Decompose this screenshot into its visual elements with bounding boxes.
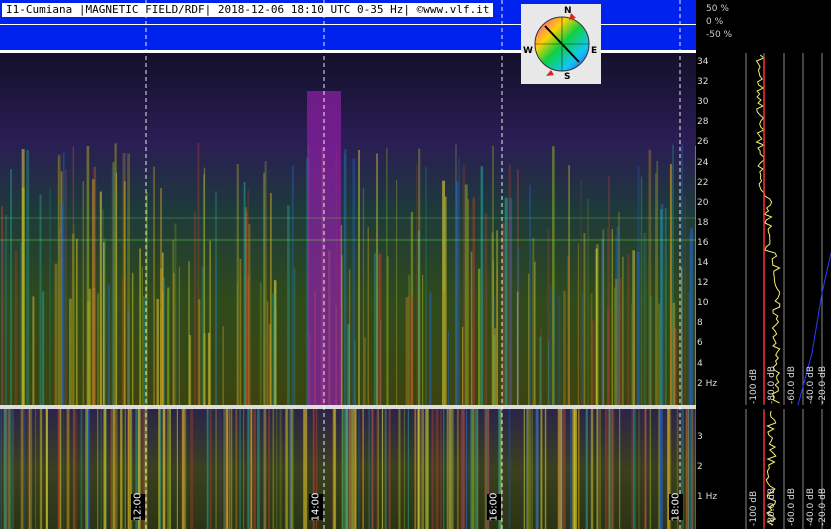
compass-north-label: N bbox=[564, 6, 572, 16]
frequency-tick-label: 12 bbox=[697, 278, 709, 289]
frequency-tick-label: 6 bbox=[697, 338, 703, 349]
frequency-tick-label: 2 bbox=[697, 462, 703, 472]
compass-south-label: S bbox=[564, 72, 571, 82]
frequency-tick-label: 1 Hz bbox=[697, 492, 718, 502]
frequency-tick-label: 2 Hz bbox=[697, 378, 718, 389]
compass-rose: N E S W bbox=[521, 4, 601, 84]
frequency-tick-label: 3 bbox=[697, 432, 703, 442]
frequency-tick-label: 28 bbox=[697, 117, 709, 128]
frequency-tick-label: 8 bbox=[697, 318, 703, 329]
direction-scale-label: -50 % bbox=[706, 30, 733, 40]
frequency-tick-label: 24 bbox=[697, 157, 709, 168]
time-label: 16:00 bbox=[487, 492, 501, 522]
frequency-tick-label: 4 bbox=[697, 358, 703, 369]
frequency-tick-label: 20 bbox=[697, 197, 709, 208]
time-label: 14:00 bbox=[309, 492, 323, 522]
direction-scale-label: 0 % bbox=[706, 17, 724, 27]
direction-scale-label: 50 % bbox=[706, 4, 729, 14]
spectrogram-display: I1-Cumiana |MAGNETIC FIELD/RDF| 2018-12-… bbox=[0, 0, 831, 529]
compass-east-label: E bbox=[591, 46, 598, 56]
frequency-tick-label: 32 bbox=[697, 77, 709, 88]
frequency-tick-label: 18 bbox=[697, 217, 709, 228]
frequency-tick-label: 10 bbox=[697, 298, 709, 309]
frequency-tick-label: 14 bbox=[697, 258, 709, 268]
frequency-tick-label: 30 bbox=[697, 97, 709, 108]
frequency-tick-label: 34 bbox=[697, 57, 709, 67]
frequency-tick-label: 22 bbox=[697, 177, 709, 188]
time-label: 12:00 bbox=[131, 492, 145, 522]
frequency-tick-label: 16 bbox=[697, 237, 709, 248]
compass-wheel-icon bbox=[534, 13, 590, 76]
frequency-tick-label: 26 bbox=[697, 137, 709, 148]
compass-west-label: W bbox=[523, 46, 533, 56]
time-label: 18:00 bbox=[669, 492, 683, 522]
spectrum-profile-main bbox=[742, 53, 831, 405]
